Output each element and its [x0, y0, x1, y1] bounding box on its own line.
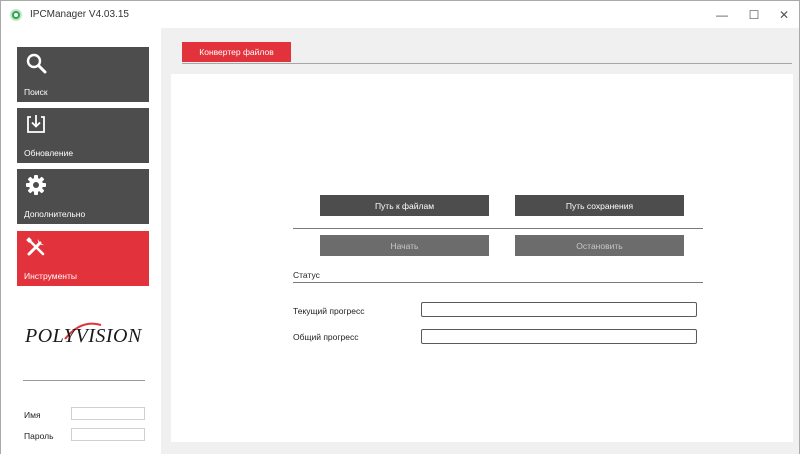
username-label: Имя — [24, 410, 41, 420]
sidebar-item-update[interactable]: Обновление — [17, 108, 149, 163]
sidebar-item-advanced[interactable]: Дополнительно — [17, 169, 149, 224]
main-content: Конвертер файлов Путь к файлам Путь сохр… — [161, 28, 799, 454]
app-logo-icon — [10, 9, 22, 21]
maximize-button[interactable]: ☐ — [739, 1, 769, 28]
search-icon — [26, 53, 47, 74]
divider — [293, 228, 703, 229]
close-button[interactable]: ✕ — [769, 1, 799, 28]
tab-underline — [182, 63, 792, 64]
converter-panel: Путь к файлам Путь сохранения Начать Ост… — [171, 74, 793, 442]
app-window: IPCManager V4.03.15 — ☐ ✕ Поиск Обновлен… — [0, 0, 800, 454]
window-title: IPCManager V4.03.15 — [30, 9, 129, 20]
status-label: Статус — [293, 270, 320, 280]
sidebar-item-label: Дополнительно — [24, 209, 86, 219]
sidebar: Поиск Обновление Дополнительно Инструмен… — [1, 28, 161, 454]
gear-icon — [26, 175, 46, 195]
username-input[interactable] — [71, 407, 145, 420]
sidebar-item-search[interactable]: Поиск — [17, 47, 149, 102]
total-progress-bar — [421, 329, 697, 344]
password-input[interactable] — [71, 428, 145, 441]
minimize-button[interactable]: — — [707, 1, 737, 28]
sidebar-item-label: Поиск — [24, 87, 48, 97]
start-button[interactable]: Начать — [320, 235, 489, 256]
sidebar-item-label: Обновление — [24, 148, 74, 158]
sidebar-item-label: Инструменты — [24, 271, 78, 281]
current-progress-bar — [421, 302, 697, 317]
brand-logo: POLYVISION — [23, 321, 145, 357]
sidebar-item-tools[interactable]: Инструменты — [17, 231, 149, 286]
password-label: Пароль — [24, 431, 54, 441]
tools-icon — [26, 237, 45, 256]
file-path-button[interactable]: Путь к файлам — [320, 195, 489, 216]
total-progress-label: Общий прогресс — [293, 332, 359, 342]
tab-file-converter[interactable]: Конвертер файлов — [182, 42, 291, 62]
stop-button[interactable]: Остановить — [515, 235, 684, 256]
sidebar-divider — [23, 380, 145, 381]
status-divider — [293, 282, 703, 283]
save-path-button[interactable]: Путь сохранения — [515, 195, 684, 216]
download-icon — [27, 115, 45, 133]
title-bar: IPCManager V4.03.15 — ☐ ✕ — [1, 1, 799, 28]
logo-text: POLYVISION — [25, 325, 142, 347]
current-progress-label: Текущий прогресс — [293, 306, 365, 316]
